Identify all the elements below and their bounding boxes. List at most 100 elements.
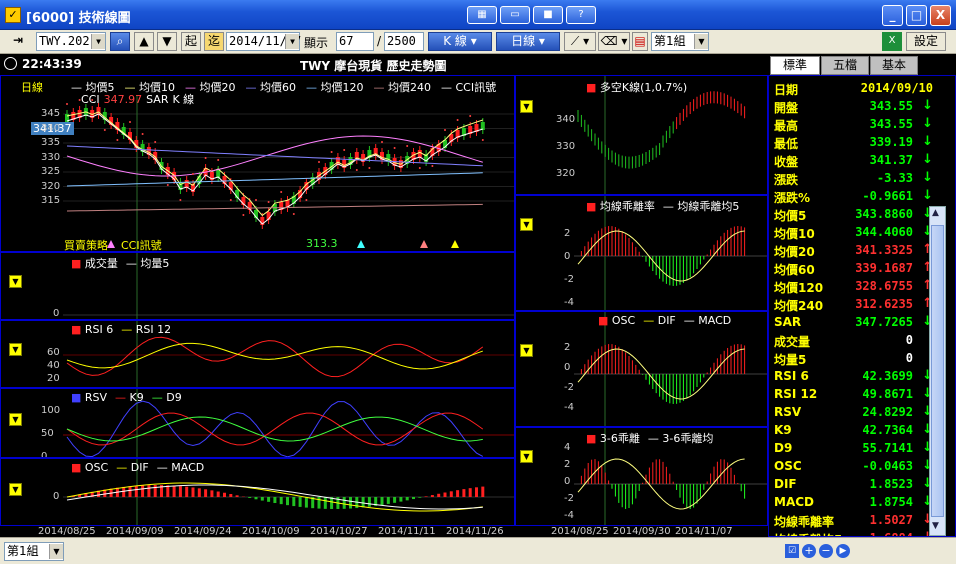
osc-bar — [304, 497, 308, 508]
side-row: 均價240 312.6235 ↑ — [769, 296, 939, 314]
period-button[interactable]: 日線 ▾ — [496, 32, 560, 51]
y-tick-label: 325 — [41, 166, 61, 177]
y-tick-label: -4 — [564, 402, 574, 413]
play-icon[interactable]: ▶ — [836, 544, 850, 558]
macd-settings-icon[interactable]: ▼ — [9, 483, 22, 496]
side-tabs: 標準 五檔 基本 — [768, 54, 956, 75]
side-row: SAR 347.7265 ↓ — [769, 314, 939, 332]
group-select[interactable]: 第1組 ▼ — [651, 32, 709, 51]
y-tick-label: 315 — [41, 195, 61, 206]
price-pane[interactable]: 日線 — 均價5— 均價10— 均價20— 均價60— 均價120— 均價240… — [0, 75, 515, 252]
status-group-text: 第1組 — [7, 544, 39, 558]
osc-bar — [418, 497, 422, 498]
side-row-label: MACD — [774, 495, 814, 509]
checkbox-icon[interactable]: ☑ — [785, 544, 799, 558]
zoom-out-icon[interactable]: − — [819, 544, 833, 558]
rsi-settings-icon[interactable]: ▼ — [9, 343, 22, 356]
eraser-icon[interactable]: ⌫ ▾ — [598, 32, 630, 51]
side-date-label: 日期 — [774, 83, 799, 97]
macd-pane[interactable]: ▼ ■ OSC — DIF — MACD 0 — [0, 458, 515, 526]
y-tick-label: 100 — [41, 405, 61, 416]
side-row-label: 均價10 — [774, 227, 815, 241]
status-bar: 第1組 ▼ ☑ + − ▶ — [0, 537, 956, 564]
layout-icon[interactable]: ▦ — [467, 6, 497, 24]
sar-dot — [280, 191, 283, 193]
right-36-pane[interactable]: ▼ ■ 3-6乖離 — 3-6乖離均 4 2 0 -2 -4 — [515, 427, 768, 526]
side-row: 漲跌% -0.9661 ↓ — [769, 188, 939, 206]
side-scrollbar[interactable]: ▲ ▼ — [929, 206, 946, 536]
right-bias-legend: ■ 均線乖離率 — 均線乖離均5 — [586, 198, 747, 214]
window-icon[interactable]: ▭ — [500, 6, 530, 24]
maximize-button[interactable]: □ — [906, 5, 927, 26]
strategy-label: 買賣策略 — [64, 239, 108, 252]
zoom-in-icon[interactable]: + — [802, 544, 816, 558]
legend-item: — MACD — [683, 314, 732, 327]
volume-pane[interactable]: ▼ ■ 成交量 — 均量5 0 — [0, 252, 515, 320]
scroll-thumb[interactable] — [931, 225, 944, 517]
excel-icon[interactable]: X — [882, 32, 902, 51]
x-tick-label: 2014/09/24 — [174, 526, 232, 537]
osc-bar — [286, 497, 289, 506]
settings-button[interactable]: 設定 — [906, 32, 946, 51]
side-row: 成交量 0 — [769, 332, 939, 350]
y-tick-label: 320 — [556, 168, 576, 179]
side-row-value: 1.8754 — [869, 495, 913, 509]
osc-bar — [399, 497, 403, 502]
y-tick-label: 2 — [564, 459, 571, 470]
help-icon[interactable]: ? — [566, 6, 596, 24]
up-button[interactable]: ▲ — [134, 32, 154, 51]
sar-dot — [204, 157, 207, 159]
down-button[interactable]: ▼ — [157, 32, 177, 51]
trend-arrow-icon: ↓ — [922, 134, 933, 149]
side-date-row: 日期 2014/09/10 — [769, 80, 939, 98]
tab-basic[interactable]: 基本 — [870, 56, 918, 75]
right-macd-settings-icon[interactable]: ▼ — [520, 344, 533, 357]
grid-icon[interactable]: ▤ — [632, 32, 648, 51]
osc-bar — [292, 497, 296, 507]
right-k-legend-text: 多空K線(1,0.7%) — [599, 81, 688, 94]
symbol-select[interactable]: TWY.202 ▼ — [36, 32, 106, 51]
legend-item: — DIF — [116, 461, 149, 474]
minimize-button[interactable]: _ — [882, 5, 903, 26]
side-row-value: 339.1687 — [855, 261, 913, 275]
side-row-value: 42.3699 — [862, 369, 913, 383]
right-macd-pane[interactable]: ▼ ■ OSC — DIF — MACD 2 0 -2 -4 — [515, 311, 768, 427]
legend-item: ■ 成交量 — [71, 257, 118, 270]
scroll-down-icon[interactable]: ▼ — [932, 521, 939, 531]
count-input[interactable]: 67 — [336, 32, 374, 51]
camera-icon[interactable]: ■ — [533, 6, 563, 24]
y-tick-label: 330 — [556, 141, 576, 152]
end-button[interactable]: 迄 — [204, 32, 224, 51]
right-bias-pane[interactable]: ▼ ■ 均線乖離率 — 均線乖離均5 2 0 -2 -4 — [515, 195, 768, 311]
close-button[interactable]: X — [930, 5, 951, 26]
kd-pane[interactable]: ▼ ■ RSV — K9 — D9 100 50 0 — [0, 388, 515, 458]
side-row-label: OSC — [774, 459, 802, 473]
y-tick-label: 50 — [41, 428, 54, 439]
scroll-up-icon[interactable]: ▲ — [932, 208, 939, 218]
start-button[interactable]: 起 — [181, 32, 201, 51]
x-tick-label: 2014/10/09 — [242, 526, 300, 537]
volume-settings-icon[interactable]: ▼ — [9, 275, 22, 288]
legend-item: — 均價240 — [373, 81, 432, 94]
side-row-value: 1.5027 — [869, 513, 913, 527]
search-button[interactable]: ⌕ — [110, 32, 130, 51]
date-field[interactable]: 2014/11/27 ▼ — [226, 32, 301, 51]
status-group-select[interactable]: 第1組 ▼ — [4, 542, 64, 561]
tab-standard[interactable]: 標準 — [770, 56, 820, 75]
right-k-pane[interactable]: ▼ ■ 多空K線(1,0.7%) 340 330 320 — [515, 75, 768, 195]
right-k-settings-icon[interactable]: ▼ — [520, 100, 533, 113]
side-row: DIF 1.8523 ↓ — [769, 476, 939, 494]
total-input[interactable]: 2500 — [384, 32, 424, 51]
kd-settings-icon[interactable]: ▼ — [9, 413, 22, 426]
tab-five-levels[interactable]: 五檔 — [821, 56, 869, 75]
line-draw-icon[interactable]: ⟋ ▾ — [564, 32, 596, 51]
arrow-right-icon[interactable]: ⇥ — [3, 32, 33, 51]
legend-item: ■ RSV — [71, 391, 108, 404]
side-row-value: 343.55 — [869, 99, 913, 113]
rsi-pane[interactable]: ▼ ■ RSI 6 — RSI 12 60 40 20 — [0, 320, 515, 388]
legend-item: ■ OSC — [71, 461, 109, 474]
right-bias-settings-icon[interactable]: ▼ — [520, 218, 533, 231]
right-36-settings-icon[interactable]: ▼ — [520, 450, 533, 463]
side-row-value: -0.9661 — [862, 189, 913, 203]
kline-button[interactable]: K 線 ▾ — [428, 32, 492, 51]
